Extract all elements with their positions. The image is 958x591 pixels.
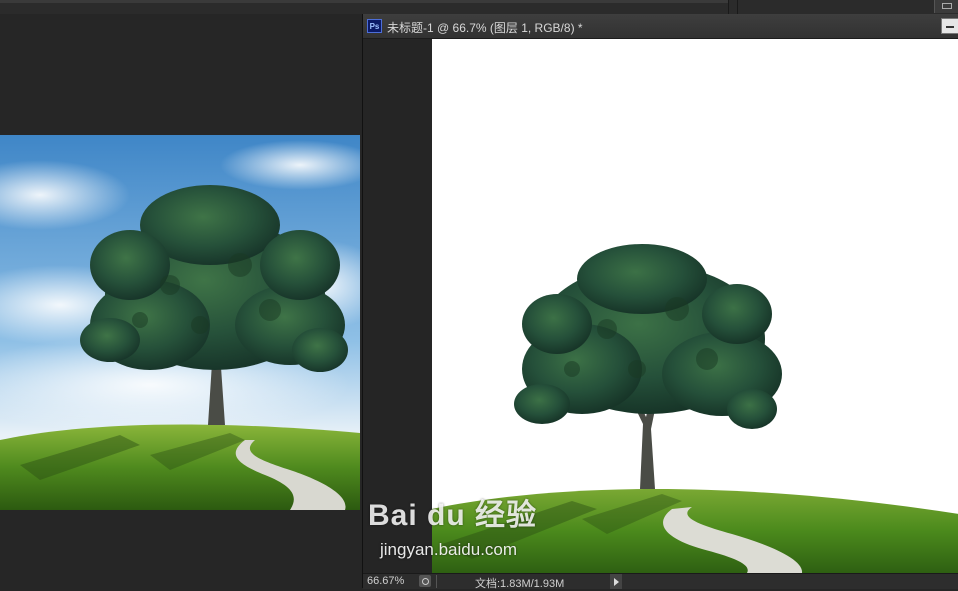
document-window[interactable]: Ps 未标题-1 @ 66.7% (图层 1, RGB/8) * 66.67% … bbox=[362, 14, 958, 590]
workspace-top-strip bbox=[0, 0, 958, 14]
document-size-info: 文档:1.83M/1.93M bbox=[475, 578, 565, 590]
tree-photo-with-sky bbox=[0, 135, 360, 510]
cutout-tree-image bbox=[432, 244, 958, 573]
minimize-icon[interactable] bbox=[941, 18, 958, 34]
divider bbox=[728, 0, 729, 14]
document-profile-icon[interactable] bbox=[419, 575, 431, 587]
document-statusbar: 66.67% 文档:1.83M/1.93M bbox=[363, 573, 958, 590]
panel-collapse-icon[interactable] bbox=[934, 0, 958, 13]
divider bbox=[737, 0, 738, 14]
divider bbox=[436, 575, 437, 588]
canvas-area[interactable] bbox=[363, 39, 958, 573]
document-canvas[interactable] bbox=[432, 39, 958, 573]
photoshop-icon: Ps bbox=[367, 19, 382, 33]
tab-strip bbox=[0, 0, 728, 3]
play-arrow-icon[interactable] bbox=[610, 574, 622, 589]
zoom-level[interactable]: 66.67% bbox=[367, 575, 404, 587]
source-image-canvas[interactable] bbox=[0, 135, 360, 510]
document-titlebar[interactable]: Ps 未标题-1 @ 66.7% (图层 1, RGB/8) * bbox=[363, 14, 958, 39]
document-title: 未标题-1 @ 66.7% (图层 1, RGB/8) * bbox=[387, 21, 583, 35]
